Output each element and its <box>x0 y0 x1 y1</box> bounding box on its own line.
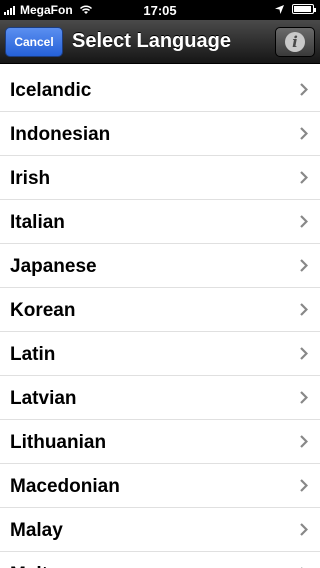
language-label: Korean <box>10 300 76 321</box>
list-item[interactable]: Korean <box>0 288 320 332</box>
language-label: Japanese <box>10 256 97 277</box>
info-icon: i <box>285 32 305 52</box>
language-label: Irish <box>10 168 51 189</box>
chevron-right-icon <box>300 479 308 492</box>
language-label: Latvian <box>10 388 77 409</box>
list-item[interactable]: Latin <box>0 332 320 376</box>
chevron-right-icon <box>300 523 308 536</box>
cancel-button[interactable]: Cancel <box>5 27 63 57</box>
language-label: Lithuanian <box>10 432 107 453</box>
info-button[interactable]: i <box>275 27 315 57</box>
page-title: Select Language <box>72 30 231 52</box>
chevron-right-icon <box>300 259 308 272</box>
language-label: Italian <box>10 212 65 233</box>
list-item[interactable]: Macedonian <box>0 464 320 508</box>
list-item[interactable]: Irish <box>0 156 320 200</box>
status-right <box>275 4 316 14</box>
language-label: Latin <box>10 344 56 365</box>
chevron-right-icon <box>300 127 308 140</box>
list-item[interactable]: Maltese <box>0 552 320 568</box>
language-label: Indonesian <box>10 124 111 145</box>
chevron-right-icon <box>300 171 308 184</box>
list-item[interactable]: Latvian <box>0 376 320 420</box>
status-time: 17:05 <box>143 3 177 18</box>
chevron-right-icon <box>300 83 308 96</box>
location-arrow-icon <box>275 4 284 14</box>
chevron-right-icon <box>300 435 308 448</box>
language-label: Maltese <box>10 564 80 568</box>
list-item[interactable]: Italian <box>0 200 320 244</box>
navigation-bar: Cancel Select Language i <box>0 20 320 64</box>
list-item[interactable]: Indonesian <box>0 112 320 156</box>
language-list[interactable]: Icelandic Indonesian Irish Italian Japanese K… <box>0 68 320 568</box>
chevron-right-icon <box>300 303 308 316</box>
language-label: Malay <box>10 520 63 541</box>
chevron-right-icon <box>300 391 308 404</box>
language-label: Macedonian <box>10 476 120 497</box>
chevron-right-icon <box>300 347 308 360</box>
list-item[interactable]: Lithuanian <box>0 420 320 464</box>
battery-icon <box>292 4 316 14</box>
list-item[interactable]: Icelandic <box>0 68 320 112</box>
chevron-right-icon <box>300 215 308 228</box>
language-label: Icelandic <box>10 80 92 101</box>
list-item[interactable]: Japanese <box>0 244 320 288</box>
list-item[interactable]: Malay <box>0 508 320 552</box>
status-bar: MegaFon 17:05 <box>0 0 320 20</box>
